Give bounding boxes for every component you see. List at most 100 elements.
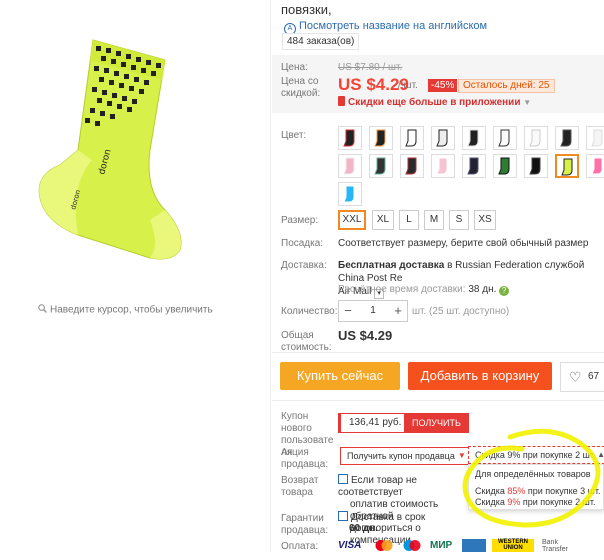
new-user-coupon-label-2: пользовате: [281, 435, 334, 446]
size-option-xs[interactable]: XS: [474, 210, 496, 230]
eta-label: Расчётное время доставки:: [338, 284, 466, 295]
quantity-label: Количество:: [281, 306, 338, 317]
mastercard-logo: [372, 539, 396, 552]
quantity-minus-button[interactable]: −: [339, 301, 357, 321]
add-to-cart-button[interactable]: Добавить в корзину: [408, 362, 552, 390]
new-user-coupon-label-1: Купон нового: [281, 411, 312, 434]
seller-coupon-dropdown[interactable]: Получить купон продавца ▼: [340, 447, 470, 465]
magnifier-icon: [38, 304, 47, 316]
western-union-logo: WESTERN UNION: [492, 539, 534, 552]
discount-price-label-1: Цена со: [281, 76, 319, 87]
color-swatch-jersey-black-1[interactable]: [338, 126, 362, 150]
color-swatch-bib-white-2[interactable]: [493, 126, 517, 150]
fit-label: Посадка:: [281, 238, 324, 249]
tier-3-post: при покупке 3 шт.: [525, 486, 601, 496]
size-option-l[interactable]: L: [399, 210, 419, 230]
free-shipping-text: Бесплатная доставка: [338, 260, 445, 271]
translate-link-text: Посмотреть название на английском: [299, 20, 488, 32]
color-swatch-jersey-black-3[interactable]: [462, 126, 486, 150]
coupon-value: 136,41 руб.: [338, 413, 411, 433]
bulk-discount-panel: Для определённых товаров Скидка 85% при …: [468, 464, 604, 510]
returns-label-1: Возврат: [281, 475, 319, 486]
color-swatch-socks-pink-3[interactable]: [586, 154, 604, 178]
buy-now-button[interactable]: Купить сейчас: [280, 362, 400, 390]
bulk-discount-tier-3: Скидка 85% при покупке 3 шт.: [475, 486, 600, 496]
guarantee-days: 60 дн.: [349, 523, 379, 534]
seller-coupon-text: Получить купон продавца: [347, 451, 455, 461]
wishlist-button[interactable]: ♡ 67: [560, 362, 604, 392]
divider: [272, 400, 604, 401]
color-swatch-socks-black[interactable]: [524, 154, 548, 178]
eta-value: 38 дн.: [468, 284, 497, 295]
quantity-stepper: − 1 +: [338, 300, 408, 322]
discount-price-label: Цена со скидкой:: [281, 76, 320, 100]
quantity-plus-button[interactable]: +: [389, 301, 407, 321]
shield-icon: [338, 511, 348, 521]
per-unit: / шт.: [398, 80, 418, 91]
zoom-hint: Наведите курсор, чтобы увеличить: [38, 304, 213, 316]
color-swatch-socks-pink[interactable]: [338, 154, 362, 178]
tier-2-pct: 9%: [507, 497, 521, 507]
days-left-badge: Осталось дней: 25: [458, 79, 555, 93]
color-swatch-socks-green[interactable]: [493, 154, 517, 178]
bulk-discount-scope: Для определённых товаров: [475, 469, 591, 479]
tier-2-post: при покупке 2 шт.: [520, 497, 596, 507]
old-price: US $7.80 / шт.: [338, 62, 403, 73]
color-swatch-socks-blue[interactable]: [338, 182, 362, 206]
orders-count: 484 заказа(ов): [282, 33, 360, 50]
product-image[interactable]: doron doron: [0, 0, 270, 300]
heart-icon: ♡: [569, 369, 582, 385]
color-swatch-jersey-black-2[interactable]: [369, 126, 393, 150]
color-label: Цвет:: [281, 130, 307, 141]
price-label: Цена:: [281, 62, 308, 73]
color-swatch-socks-navy[interactable]: [462, 154, 486, 178]
bulk-discount-dropdown[interactable]: Скидка 9% при покупке 2 шт. ▲: [468, 446, 604, 464]
fit-text: Соответствует размеру, берите свой обычн…: [338, 238, 589, 249]
color-swatch-socks-dark[interactable]: [400, 154, 424, 178]
color-swatch-socks-white[interactable]: [586, 126, 604, 150]
returns-label: Возврат товара: [281, 475, 319, 499]
quantity-input[interactable]: 1: [357, 301, 389, 321]
divider: [272, 352, 604, 353]
chevron-down-icon: ▼: [523, 98, 532, 107]
total-label: Общая стоимость:: [281, 330, 332, 354]
bulk-discount-tier-2: Скидка 9% при покупке 2 шт.: [475, 497, 595, 507]
chevron-up-icon: ▲: [597, 450, 604, 459]
seller-promo-label-1: Акция: [281, 447, 309, 458]
phone-icon: [338, 96, 345, 106]
chevron-down-icon: ▼: [457, 451, 466, 460]
guarantee-label-2: продавца:: [281, 525, 329, 536]
mir-logo: МИР: [430, 540, 453, 551]
shield-icon: [338, 474, 348, 484]
shipping-label: Доставка:: [281, 260, 327, 271]
help-icon[interactable]: ?: [499, 286, 510, 296]
get-coupon-button[interactable]: ПОЛУЧИТЬ: [404, 413, 469, 433]
app-deal-text: Скидки еще больше в приложении: [348, 97, 521, 108]
size-option-xl[interactable]: XL: [372, 210, 394, 230]
bulk-discount-text: Скидка 9% при покупке 2 шт.: [475, 450, 596, 460]
discount-price-label-2: скидкой:: [281, 88, 321, 99]
size-option-m[interactable]: M: [424, 210, 444, 230]
seller-promo-label-2: продавца:: [281, 459, 329, 470]
color-swatch-socks-multi[interactable]: [369, 154, 393, 178]
size-option-s[interactable]: S: [449, 210, 469, 230]
tier-3-pre: Скидка: [475, 486, 508, 496]
maestro-logo: [400, 539, 424, 552]
color-swatch-sleeve-black[interactable]: [555, 126, 579, 150]
amex-logo: [462, 539, 486, 552]
size-label: Размер:: [281, 215, 319, 226]
color-swatch-sleeve-white[interactable]: [524, 126, 548, 150]
size-option-xxl[interactable]: XXL: [338, 210, 366, 230]
color-swatch-bib-white[interactable]: [400, 126, 424, 150]
total-price: US $4.29: [338, 328, 393, 343]
returns-line-1: Если товар не соответствует: [338, 475, 417, 498]
color-swatch-socks-pink-2[interactable]: [431, 154, 455, 178]
visa-logo: VISA: [338, 540, 362, 551]
seller-promo-label: Акция продавца:: [281, 447, 328, 471]
returns-label-2: товара: [281, 487, 313, 498]
app-deal-link[interactable]: Скидки еще больше в приложении ▼: [338, 96, 531, 108]
color-swatch-jersey-white[interactable]: [431, 126, 455, 150]
color-swatch-socks-yellow[interactable]: [555, 154, 579, 178]
bank-transfer-logo: Bank Transfer: [542, 539, 568, 552]
guarantee-line-1: Доставка в срок: [351, 512, 426, 523]
